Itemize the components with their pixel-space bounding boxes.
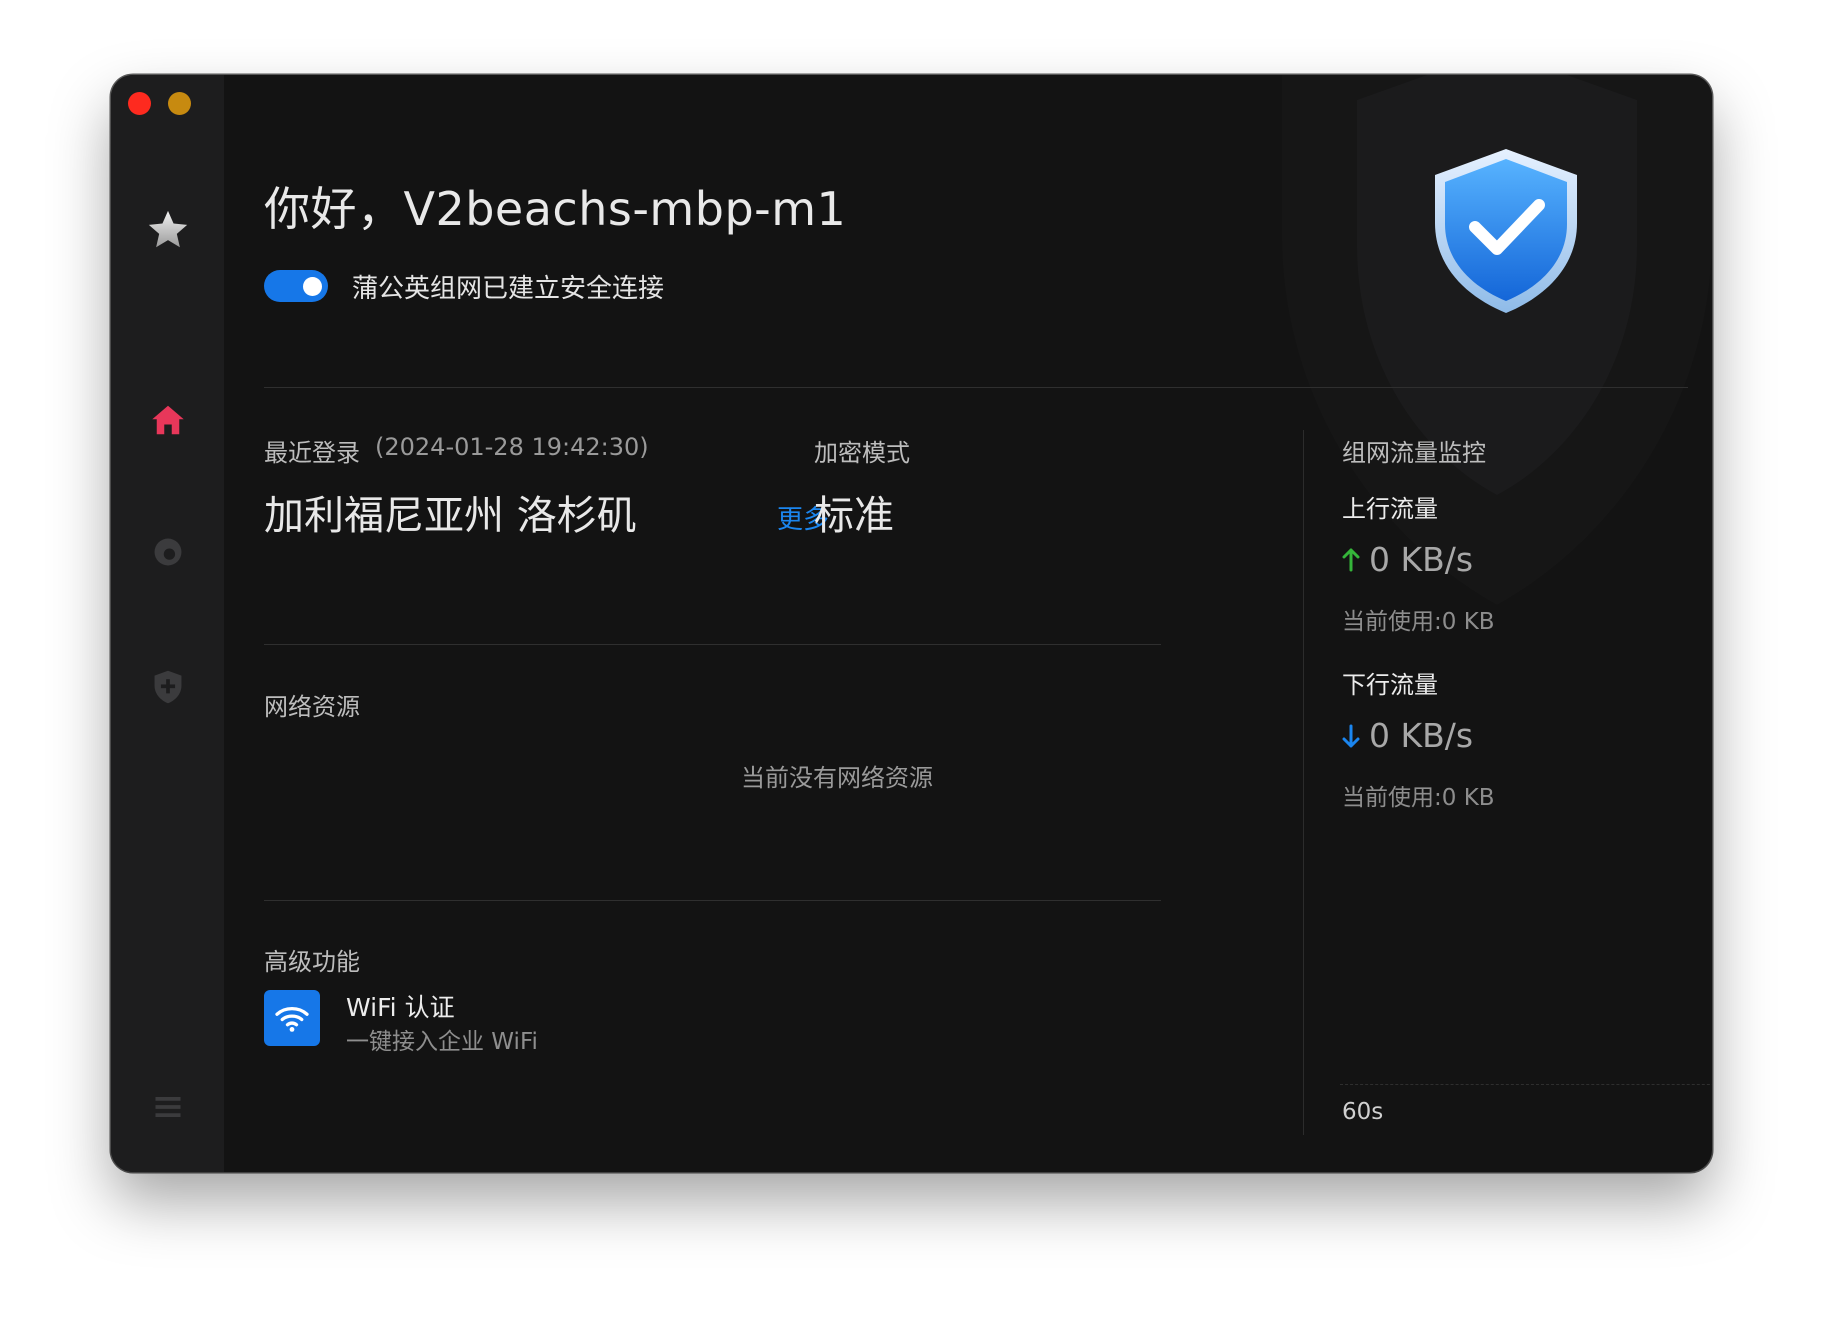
home-icon[interactable] — [143, 395, 193, 445]
upload-usage: 当前使用:0 KB — [1342, 609, 1495, 635]
app-window: 你好，V2beachs-mbp-m1 蒲公英组网已建立安全连接 最近登录 (20… — [111, 75, 1712, 1172]
star-icon[interactable] — [143, 205, 193, 255]
menu-icon[interactable] — [143, 1082, 193, 1132]
page-title: 你好，V2beachs-mbp-m1 — [264, 182, 847, 236]
download-rate: 0 KB/s — [1369, 716, 1474, 755]
connection-toggle[interactable] — [264, 270, 328, 302]
chart-axis-start: 60s — [1342, 1099, 1384, 1125]
wifi-auth-title[interactable]: WiFi 认证 — [346, 988, 455, 1024]
encryption-mode-value: 标准 — [814, 493, 894, 539]
header-divider — [264, 387, 1688, 388]
arrow-down-icon — [1342, 724, 1360, 748]
section-divider — [264, 900, 1161, 901]
window-minimize-button[interactable] — [168, 92, 191, 115]
last-login-label: 最近登录 — [264, 439, 360, 467]
last-login-time: (2024-01-28 19:42:30) — [375, 433, 649, 461]
wifi-icon — [275, 1006, 309, 1032]
encryption-mode-label: 加密模式 — [814, 439, 910, 467]
ring-icon[interactable] — [143, 527, 193, 577]
traffic-monitor-title: 组网流量监控 — [1342, 439, 1486, 467]
upload-rate: 0 KB/s — [1369, 540, 1474, 579]
arrow-up-icon — [1342, 548, 1360, 572]
download-traffic-label: 下行流量 — [1342, 671, 1438, 699]
wifi-auth-button[interactable] — [264, 990, 320, 1046]
main-panel: 你好，V2beachs-mbp-m1 蒲公英组网已建立安全连接 最近登录 (20… — [224, 75, 1712, 1172]
network-resources-empty: 当前没有网络资源 — [741, 764, 933, 792]
download-usage: 当前使用:0 KB — [1342, 785, 1495, 811]
connection-status-text: 蒲公英组网已建立安全连接 — [352, 274, 665, 304]
upload-traffic-label: 上行流量 — [1342, 495, 1438, 523]
advanced-features-title: 高级功能 — [264, 948, 360, 976]
section-divider — [264, 644, 1161, 645]
wifi-auth-description: 一键接入企业 WiFi — [346, 1029, 538, 1055]
toggle-knob — [303, 277, 322, 296]
panel-divider — [1303, 430, 1304, 1135]
sidebar — [111, 75, 224, 1172]
traffic-chart-baseline — [1340, 1084, 1712, 1085]
shield-plus-icon[interactable] — [143, 662, 193, 712]
network-resources-title: 网络资源 — [264, 693, 360, 721]
window-close-button[interactable] — [128, 92, 151, 115]
login-location: 加利福尼亚州 洛杉矶 — [264, 493, 637, 539]
security-shield-icon — [1435, 149, 1577, 313]
